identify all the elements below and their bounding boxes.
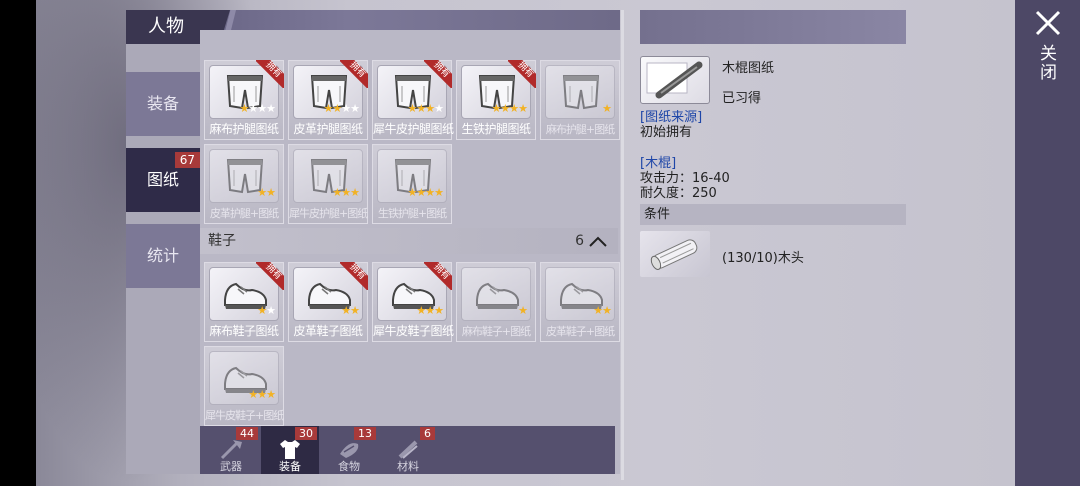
panel-divider	[621, 10, 624, 480]
blueprint-card[interactable]: ★★★★ 犀牛皮护腿图纸 拥有	[372, 60, 454, 140]
card-label: 麻布鞋子+图纸	[461, 325, 531, 338]
card-label: 犀牛皮鞋子图纸	[373, 324, 454, 338]
owned-ribbon: 拥有	[340, 262, 368, 290]
owned-ribbon: 拥有	[256, 60, 284, 88]
section-count: 6	[575, 233, 584, 249]
owned-ribbon: 拥有	[508, 60, 536, 88]
blueprint-card[interactable]: ★ 麻布护腿+图纸	[540, 60, 620, 140]
tab-materials[interactable]: 6 材料	[379, 426, 437, 474]
star-rating: ★★★	[416, 304, 444, 317]
card-label: 麻布护腿+图纸	[545, 123, 615, 136]
wood-log-icon	[640, 231, 710, 277]
source-value: 初始拥有	[640, 125, 693, 140]
card-label: 皮革鞋子图纸	[293, 324, 363, 338]
tab-label: 装备	[146, 94, 179, 113]
card-label: 麻布鞋子图纸	[209, 324, 279, 338]
learned-status: 已习得	[722, 91, 762, 106]
card-label: 犀牛皮鞋子+图纸	[205, 409, 284, 422]
blueprint-card[interactable]: ★★★★ 生铁护腿图纸 拥有	[456, 60, 536, 140]
count-badge: 6	[420, 427, 435, 440]
blueprint-card[interactable]: ★★★ 犀牛皮鞋子+图纸	[204, 346, 284, 426]
owned-ribbon: 拥有	[340, 60, 368, 88]
star-rating: ★★	[257, 186, 276, 199]
star-rating: ★★★★	[239, 102, 276, 115]
item-name: 木棍图纸	[722, 61, 775, 76]
tab-equipment[interactable]: 装备	[126, 72, 200, 136]
shirt-icon	[280, 440, 300, 459]
card-label: 犀牛皮护腿图纸	[373, 122, 454, 136]
owned-ribbon: 拥有	[424, 60, 452, 88]
blueprint-card[interactable]: ★★ 麻布鞋子图纸 拥有	[204, 262, 284, 342]
condition-header: 条件	[640, 204, 906, 225]
star-rating: ★★	[341, 304, 360, 317]
tab-food[interactable]: 13 食物	[320, 426, 378, 474]
card-label: 生铁护腿图纸	[461, 122, 531, 136]
star-rating: ★★	[593, 304, 612, 317]
axe-icon	[220, 440, 242, 460]
card-label: 皮革护腿+图纸	[209, 207, 279, 220]
blueprint-card[interactable]: ★★ 皮革护腿+图纸	[204, 144, 284, 224]
star-rating: ★★★	[248, 388, 276, 401]
blueprint-card[interactable]: ★★★★ 皮革护腿图纸 拥有	[288, 60, 368, 140]
card-label: 生铁护腿+图纸	[377, 207, 447, 220]
star-rating: ★★★★	[323, 102, 360, 115]
card-label: 麻布护腿图纸	[209, 122, 279, 136]
star-rating: ★	[602, 102, 612, 115]
owned-ribbon: 拥有	[424, 262, 452, 290]
blueprint-card[interactable]: ★★★ 犀牛皮护腿+图纸	[288, 144, 368, 224]
tab-weapons[interactable]: 44 武器	[202, 426, 260, 474]
card-label: 犀牛皮护腿+图纸	[289, 207, 368, 220]
chevron-up-icon[interactable]	[588, 235, 608, 247]
star-rating: ★	[518, 304, 528, 317]
card-label: 皮革鞋子+图纸	[545, 325, 615, 338]
close-button[interactable]: 关闭	[1034, 44, 1059, 82]
tab-label: 图纸	[146, 170, 179, 189]
tab-label: 食物	[338, 460, 360, 473]
tab-label: 统计	[146, 246, 179, 265]
category-tab-bar: 44 武器 30 装备 13 食物 6 材料	[200, 426, 615, 474]
side-tab-column: 装备 图纸 67 统计	[126, 44, 200, 474]
requirement-text: (130/10)木头	[722, 251, 804, 266]
tab-label: 材料	[397, 460, 419, 473]
star-rating: ★★★★	[407, 186, 444, 199]
food-icon	[340, 443, 359, 458]
section-title: 鞋子	[208, 233, 236, 249]
detail-header-bar	[640, 10, 906, 44]
count-badge: 30	[295, 427, 317, 440]
stick-blueprint-icon	[640, 56, 710, 104]
blueprint-card[interactable]: ★★★ 犀牛皮鞋子图纸 拥有	[372, 262, 454, 342]
tab-gear[interactable]: 30 装备	[261, 426, 319, 474]
blueprint-card[interactable]: ★★★★ 生铁护腿+图纸	[372, 144, 452, 224]
star-rating: ★★★★	[491, 102, 528, 115]
card-label: 皮革护腿图纸	[293, 122, 363, 136]
blueprint-card[interactable]: ★★★★ 麻布护腿图纸 拥有	[204, 60, 284, 140]
star-rating: ★★	[257, 304, 276, 317]
tab-blueprints[interactable]: 图纸 67	[126, 148, 200, 212]
tab-label: 武器	[220, 460, 242, 473]
tab-statistics[interactable]: 统计	[126, 224, 200, 288]
count-badge: 67	[174, 152, 200, 168]
star-rating: ★★★	[332, 186, 360, 199]
durability-stat: 耐久度：250	[640, 186, 717, 201]
close-icon[interactable]	[1033, 8, 1063, 38]
blueprint-card[interactable]: ★★ 皮革鞋子图纸 拥有	[288, 262, 368, 342]
owned-ribbon: 拥有	[256, 262, 284, 290]
blueprint-card[interactable]: ★★ 皮革鞋子+图纸	[540, 262, 620, 342]
count-badge: 13	[354, 427, 376, 440]
star-rating: ★★★★	[407, 102, 444, 115]
material-icon	[398, 440, 418, 459]
section-header-shoes[interactable]: 鞋子 6	[200, 228, 618, 254]
tab-label: 装备	[279, 460, 301, 473]
count-badge: 44	[236, 427, 258, 440]
blueprint-card[interactable]: ★ 麻布鞋子+图纸	[456, 262, 536, 342]
